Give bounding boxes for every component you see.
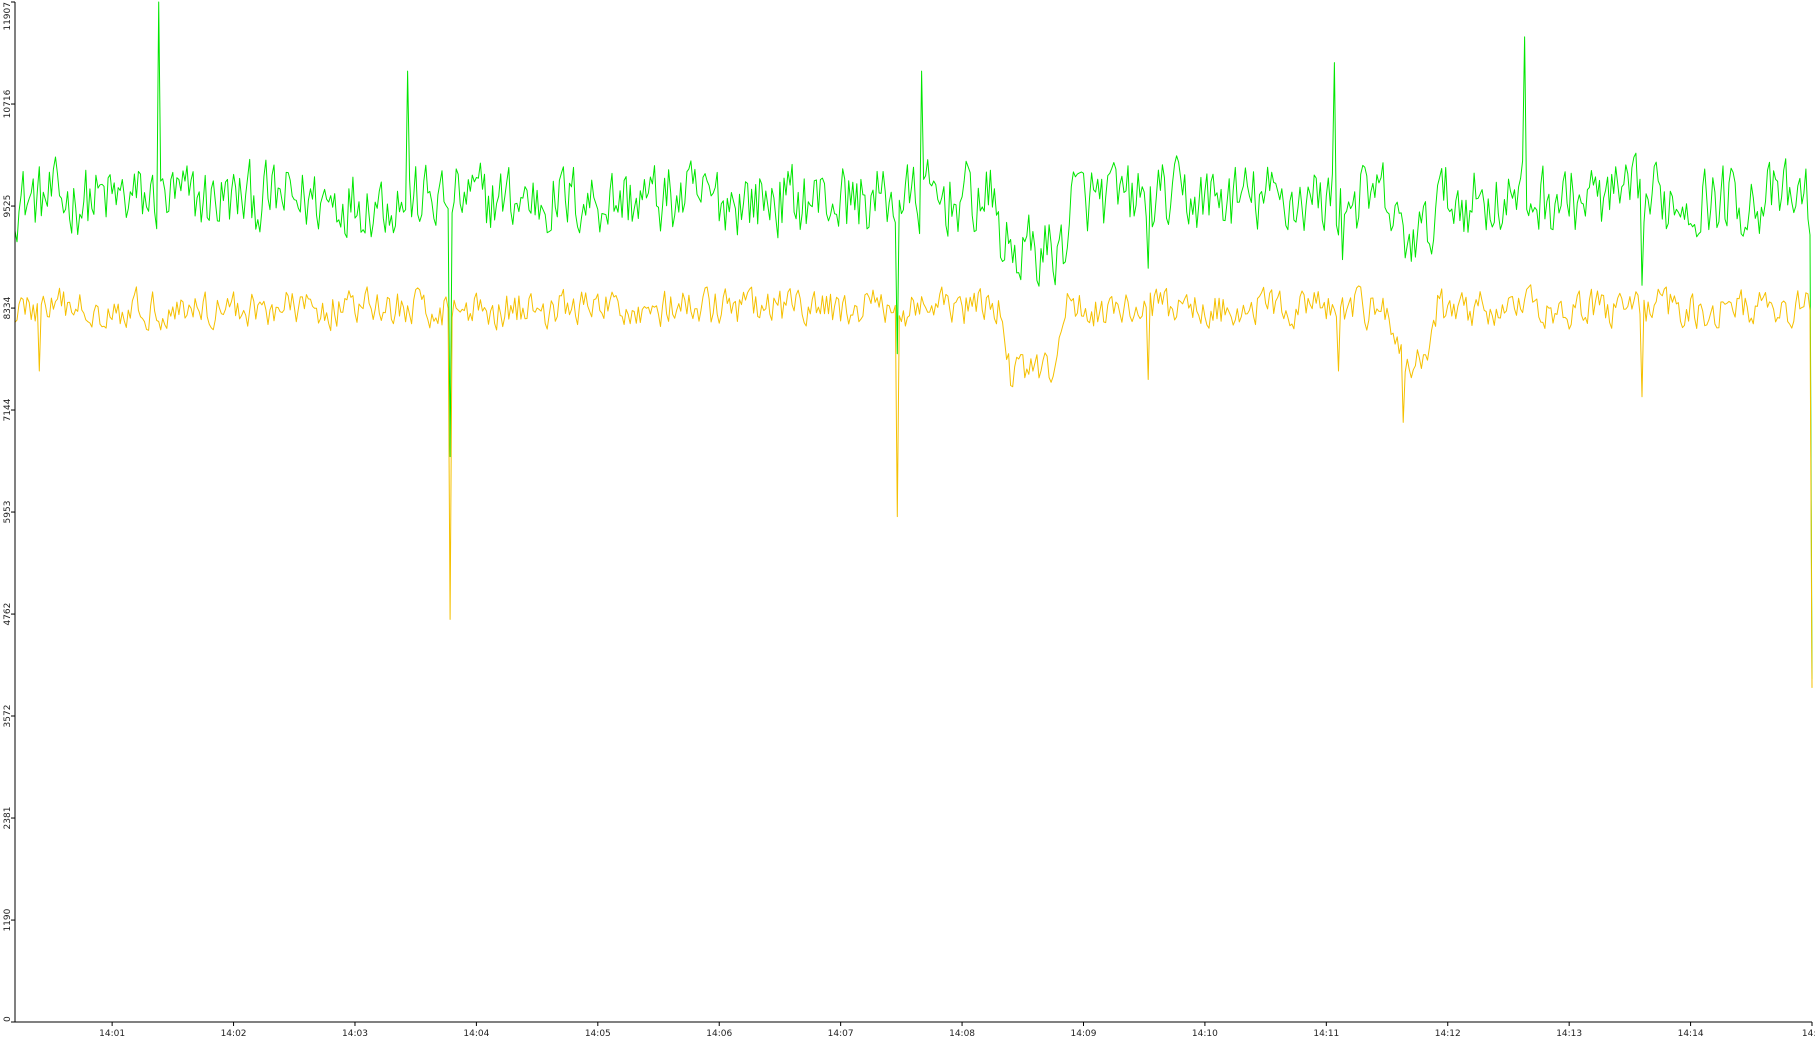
y-tick-label: 9525 [3,195,13,218]
y-tick-label: 1190 [3,908,13,931]
y-tick-label: 8334 [3,296,13,319]
x-tick-label: 14:14 [1678,1029,1704,1039]
x-tick-label: 14:13 [1556,1029,1582,1039]
x-tick-label: 14:11 [1313,1029,1339,1039]
series-line-0 [14,1,1813,680]
y-tick-label: 3572 [3,705,13,728]
y-tick-label: 0 [3,1016,13,1022]
x-tick-label: 14:04 [463,1029,489,1039]
y-tick-label: 7144 [3,398,13,421]
x-tick-label: 14:08 [949,1029,975,1039]
y-tick-label: 10716 [3,89,13,118]
x-tick-label: 14:06 [706,1029,732,1039]
x-tick-label: 14:03 [342,1029,368,1039]
y-tick-label: 2381 [3,807,13,830]
series-line-1 [14,284,1813,688]
x-tick-label: 14:10 [1192,1029,1218,1039]
x-tick-label: 14:1 [1802,1029,1815,1039]
y-tick-label: 11907 [3,2,13,31]
x-tick-label: 14:07 [828,1029,854,1039]
chart-root: 0 1190 2381 3572 4762 5953 7144 8334 9525 10716 11… [0,0,1815,1039]
x-tick-label: 14:02 [221,1029,247,1039]
y-tick-label: 5953 [3,501,13,524]
line-chart: 0 1190 2381 3572 4762 5953 7144 8334 9525 10716 11… [3,1,1815,1039]
x-tick-label: 14:01 [99,1029,125,1039]
x-tick-label: 14:05 [585,1029,611,1039]
x-tick-label: 14:09 [1071,1029,1097,1039]
y-tick-label: 4762 [3,603,13,626]
x-tick-label: 14:12 [1435,1029,1461,1039]
axis-layer: 0 1190 2381 3572 4762 5953 7144 8334 9525 10716 11… [3,1,1815,1039]
series-layer [14,1,1813,688]
